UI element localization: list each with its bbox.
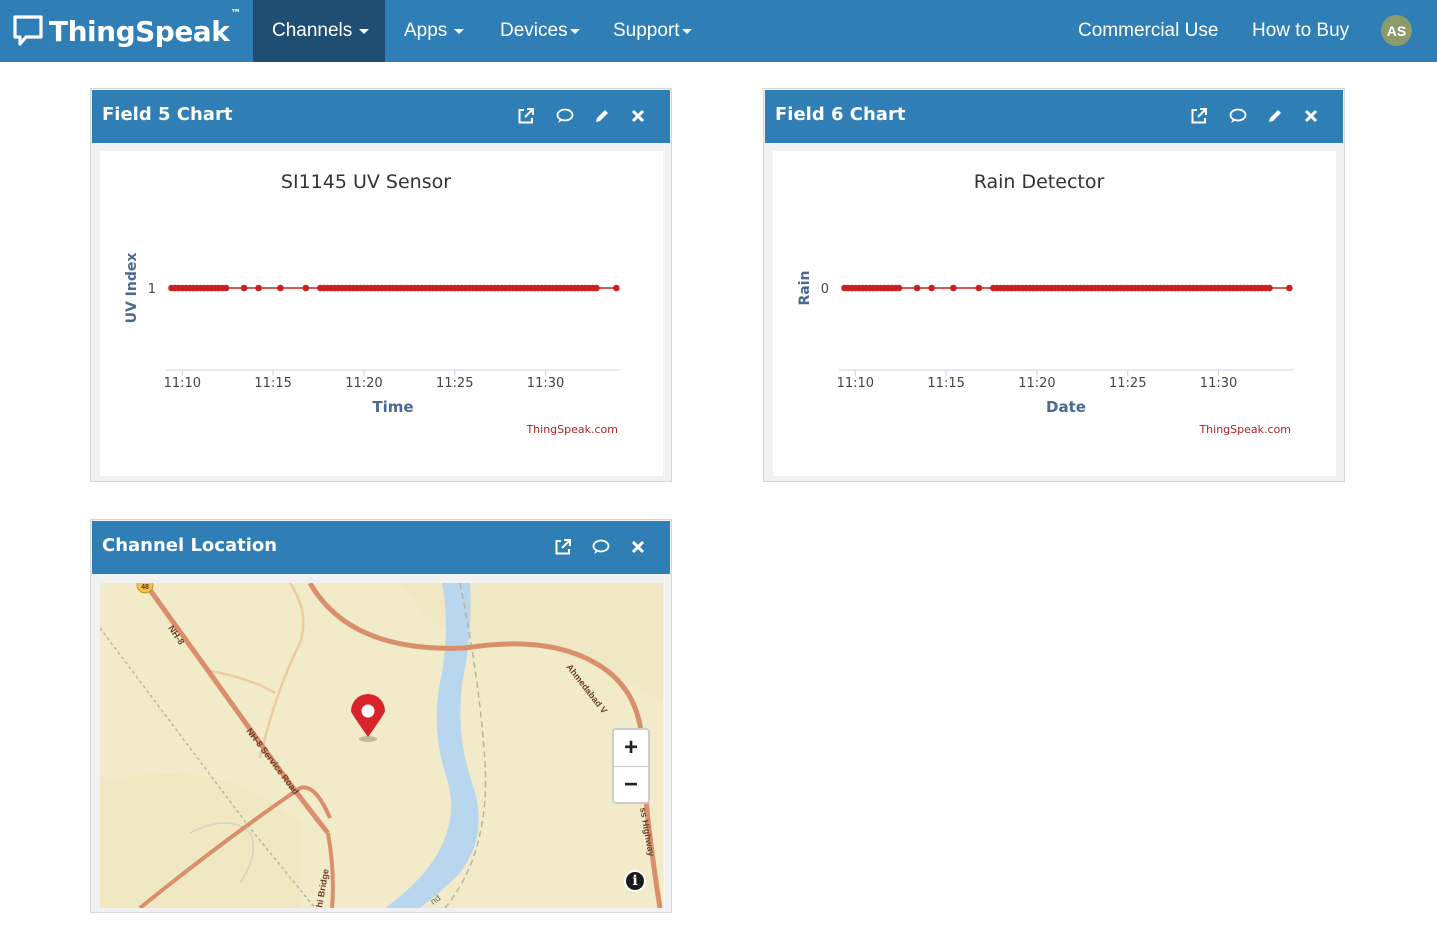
rain-series: [841, 284, 1293, 292]
nav-support-label: Support: [613, 20, 680, 41]
chart-title: SI1145 UV Sensor: [281, 171, 451, 193]
pencil-icon[interactable]: [592, 106, 612, 126]
caret-down-icon: [569, 28, 580, 34]
data-point[interactable]: [240, 284, 248, 292]
x-tick-label: 11:20: [345, 376, 382, 391]
caret-down-icon: [359, 28, 370, 34]
thingspeak-credit[interactable]: ThingSpeak.com: [1198, 423, 1291, 436]
panel-title: Field 5 Chart: [102, 104, 233, 125]
rain-detector-chart: Rain Detector Rain 0 11:10 11:15 11:20 11:2…: [797, 171, 1293, 436]
y-axis-label: UV Index: [124, 253, 140, 324]
x-tick-label: 11:15: [927, 376, 964, 391]
nav-support-menu[interactable]: Support: [594, 0, 711, 62]
x-tick-label: 11:25: [1109, 376, 1146, 391]
data-point[interactable]: [613, 284, 620, 292]
nav-channels-label: Channels: [272, 20, 353, 41]
map-zoom-control: + −: [612, 728, 650, 804]
x-axis: 11:10 11:15 11:20 11:25 11:30: [837, 369, 1293, 391]
map-tiles: NH-8 NH-8 Service Road Ahmedabad V ss Hi…: [100, 583, 663, 908]
field-5-chart-panel: Field 5 Chart SI1145 UV Sensor UV Index …: [90, 88, 672, 482]
brand-name: ThingSpeak™: [49, 6, 241, 48]
chart-area: SI1145 UV Sensor UV Index 1 11:10 11:15 11…: [100, 151, 663, 476]
x-axis-label: Date: [1046, 398, 1086, 416]
data-point[interactable]: [950, 284, 957, 292]
x-tick-label: 11:10: [164, 376, 201, 391]
panel-title: Channel Location: [102, 535, 278, 556]
route-shield-label: 48: [141, 584, 149, 591]
data-point[interactable]: [277, 284, 284, 292]
pencil-icon[interactable]: [1265, 106, 1285, 126]
data-point[interactable]: [593, 284, 600, 292]
external-link-icon[interactable]: [1189, 106, 1209, 126]
top-navbar: ThingSpeak™ Channels Apps Devices Suppor…: [0, 0, 1437, 62]
comment-icon[interactable]: [555, 106, 575, 126]
data-point[interactable]: [913, 284, 921, 292]
uv-index-series: [168, 284, 620, 292]
data-point[interactable]: [222, 284, 230, 292]
zoom-out-button[interactable]: −: [614, 766, 648, 802]
y-axis-label: Rain: [797, 271, 813, 306]
nav-apps-menu[interactable]: Apps: [385, 0, 483, 62]
close-icon[interactable]: [628, 537, 648, 557]
x-tick-label: 11:30: [527, 376, 564, 391]
data-point[interactable]: [895, 284, 903, 292]
caret-down-icon: [681, 28, 692, 34]
x-tick-label: 11:10: [837, 376, 874, 391]
thingspeak-credit[interactable]: ThingSpeak.com: [525, 423, 618, 436]
nav-devices-menu[interactable]: Devices: [481, 0, 599, 62]
data-point[interactable]: [1266, 284, 1273, 292]
x-tick-label: 11:25: [436, 376, 473, 391]
location-map[interactable]: NH-8 NH-8 Service Road Ahmedabad V ss Hi…: [100, 583, 663, 908]
panel-header: Channel Location: [92, 521, 670, 574]
panel-header: Field 6 Chart: [765, 90, 1343, 143]
y-tick-label: 0: [821, 282, 829, 297]
nav-apps-label: Apps: [404, 20, 448, 41]
nav-how-to-buy-label: How to Buy: [1252, 20, 1350, 41]
x-axis: 11:10 11:15 11:20 11:25 11:30: [164, 369, 620, 391]
nav-how-to-buy[interactable]: How to Buy: [1233, 0, 1368, 62]
zoom-in-button[interactable]: +: [614, 730, 648, 766]
panel-title: Field 6 Chart: [775, 104, 906, 125]
data-point[interactable]: [255, 284, 262, 292]
thingspeak-logo[interactable]: ThingSpeak™: [12, 6, 241, 51]
x-tick-label: 11:15: [254, 376, 291, 391]
close-icon[interactable]: [1301, 106, 1321, 126]
close-icon[interactable]: [628, 106, 648, 126]
nav-channels-menu[interactable]: Channels: [253, 0, 385, 62]
comment-icon[interactable]: [1228, 106, 1248, 126]
x-axis-label: Time: [372, 398, 413, 416]
data-point[interactable]: [302, 284, 310, 292]
panel-header: Field 5 Chart: [92, 90, 670, 143]
external-link-icon[interactable]: [516, 106, 536, 126]
data-point[interactable]: [928, 284, 935, 292]
field-6-chart-panel: Field 6 Chart Rain Detector Rain 0 11:10…: [763, 88, 1345, 482]
user-avatar[interactable]: AS: [1381, 15, 1412, 46]
map-info-icon[interactable]: i: [624, 870, 646, 892]
channel-location-panel: Channel Location NH-8 NH-8 Service Road …: [90, 519, 672, 913]
comment-icon[interactable]: [591, 537, 611, 557]
nav-devices-label: Devices: [500, 20, 568, 41]
chart-area: Rain Detector Rain 0 11:10 11:15 11:20 11:2…: [773, 151, 1336, 476]
chat-bubble-logo-icon: [12, 14, 44, 48]
caret-down-icon: [454, 28, 465, 34]
x-tick-label: 11:30: [1200, 376, 1237, 391]
data-point[interactable]: [1286, 284, 1293, 292]
chart-title: Rain Detector: [974, 171, 1105, 193]
nav-commercial-use-label: Commercial Use: [1078, 20, 1219, 41]
data-point[interactable]: [975, 284, 983, 292]
external-link-icon[interactable]: [553, 537, 573, 557]
x-tick-label: 11:20: [1018, 376, 1055, 391]
uv-sensor-chart: SI1145 UV Sensor UV Index 1 11:10 11:15 11…: [124, 171, 620, 436]
nav-commercial-use[interactable]: Commercial Use: [1059, 0, 1237, 62]
y-tick-label: 1: [148, 282, 156, 297]
